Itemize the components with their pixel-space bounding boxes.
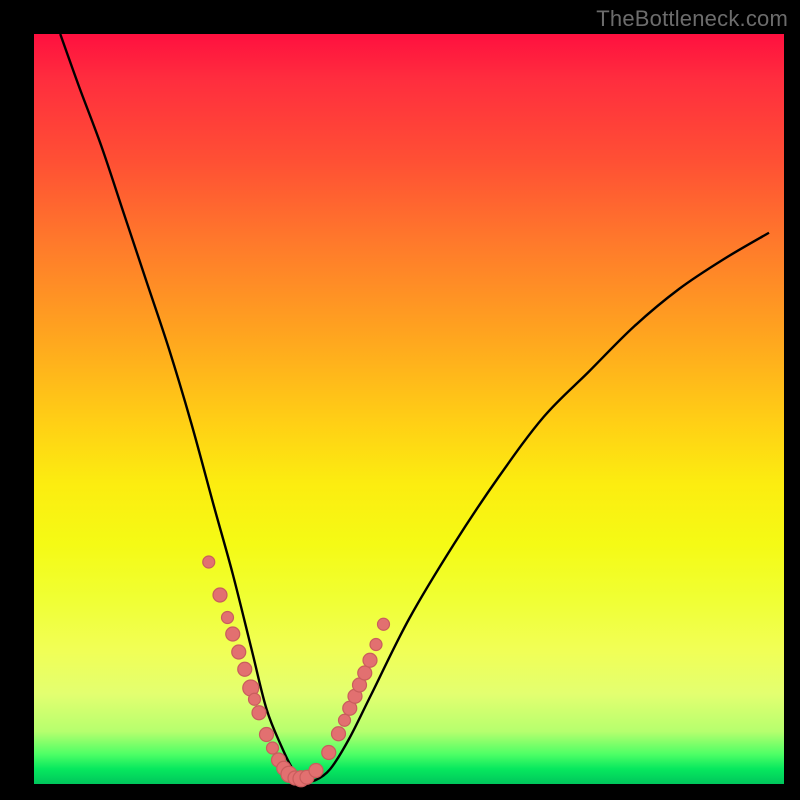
marker-dot [358,666,372,680]
marker-dot [378,618,390,630]
bottleneck-curve [60,34,769,782]
marker-dot [203,556,215,568]
marker-dot [213,588,227,602]
curve-overlay [34,34,784,784]
marker-dot [238,662,252,676]
marker-dot [260,728,274,742]
marker-dot [232,645,246,659]
marker-dot [370,639,382,651]
marker-dot [226,627,240,641]
chart-frame: TheBottleneck.com [0,0,800,800]
marker-dot [249,693,261,705]
watermark-text: TheBottleneck.com [596,6,788,32]
marker-dot [309,764,323,778]
marker-dot [363,653,377,667]
marker-dot [222,612,234,624]
marker-band [203,556,390,787]
marker-dot [339,714,351,726]
marker-dot [267,742,279,754]
marker-dot [332,727,346,741]
marker-dot [252,706,266,720]
marker-dot [322,746,336,760]
